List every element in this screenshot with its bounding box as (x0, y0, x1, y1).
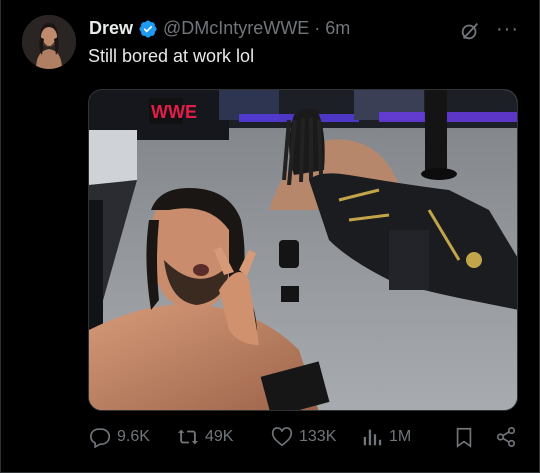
tweet-text: Still bored at work lol (88, 46, 255, 66)
views-count: 1M (389, 428, 412, 445)
tweet-media-photo[interactable]: WWE (88, 89, 518, 411)
tweet-timestamp[interactable]: 6m (325, 18, 350, 39)
share-button[interactable] (495, 426, 517, 448)
reply-count: 9.6K (117, 428, 150, 445)
reply-icon (90, 428, 111, 448)
wwe-banner-text: WWE (151, 102, 197, 122)
reply-button[interactable]: 9.6K (89, 426, 150, 448)
bookmark-button[interactable] (453, 426, 475, 448)
verified-badge-icon (139, 19, 157, 38)
heart-icon (271, 427, 293, 447)
views-bar-chart-icon (363, 429, 382, 446)
author-handle[interactable]: @DMcIntyreWWE (163, 18, 309, 39)
more-options-icon[interactable]: ··· (496, 18, 519, 41)
action-bar: 9.6K 49K 133K 1M (1, 426, 540, 456)
avatar-photo-icon (22, 15, 76, 69)
bookmark-icon (456, 427, 472, 448)
repost-count: 49K (205, 428, 234, 445)
repost-button[interactable]: 49K (177, 426, 233, 448)
repost-icon (177, 429, 199, 445)
like-count: 133K (299, 428, 337, 445)
author-name[interactable]: Drew (89, 18, 133, 39)
like-button[interactable]: 133K (271, 426, 336, 448)
tweet-card[interactable]: Drew @DMcIntyreWWE · 6m ··· Still bored … (0, 0, 540, 473)
separator-dot: · (314, 18, 321, 38)
views-button[interactable]: 1M (361, 426, 411, 448)
photo-icon: WWE (89, 90, 517, 410)
share-icon (496, 427, 516, 447)
tweet-header: Drew @DMcIntyreWWE · 6m (89, 18, 350, 39)
avatar[interactable] (22, 15, 76, 69)
grok-icon[interactable] (459, 20, 481, 42)
